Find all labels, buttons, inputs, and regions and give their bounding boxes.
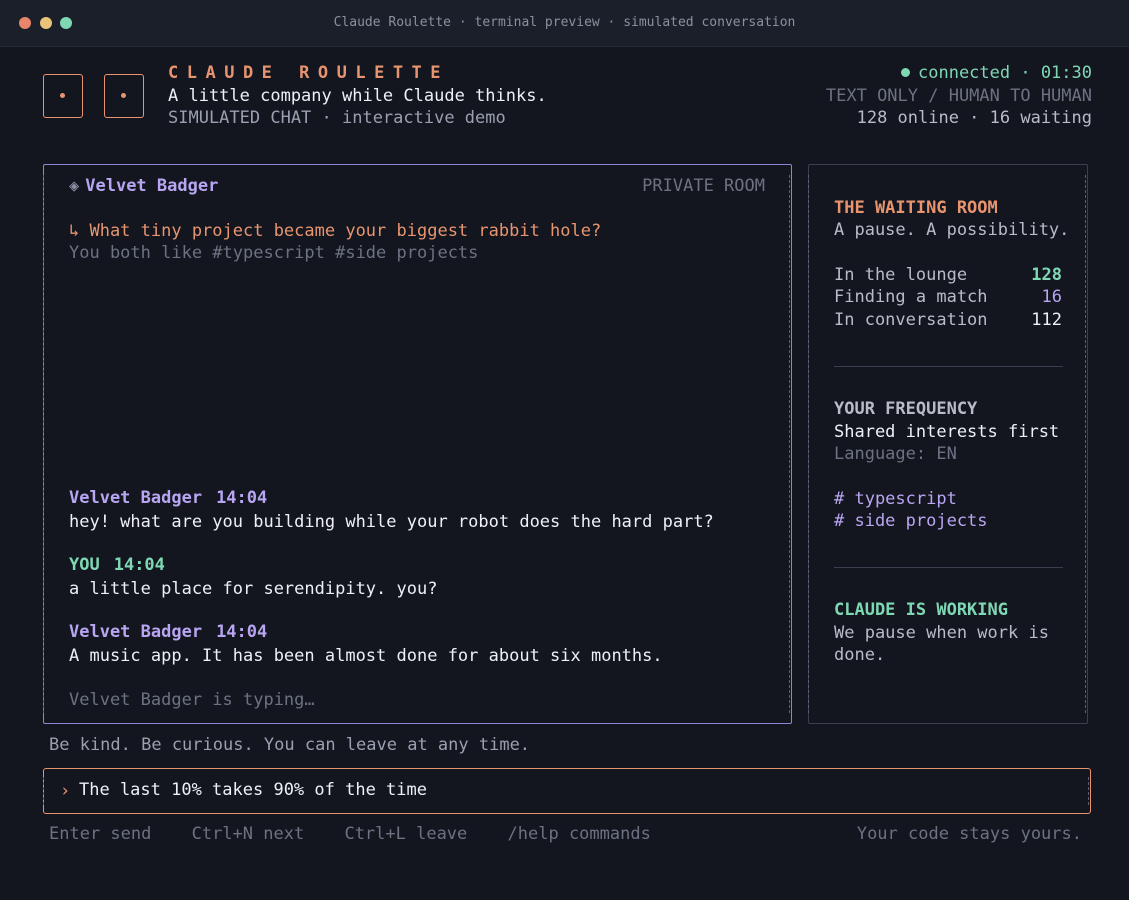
border-decoration [1088,777,1089,805]
border-decoration [43,777,44,805]
interest-tag[interactable]: # typescript [834,489,957,509]
frequency-title: YOUR FREQUENCY [834,399,978,419]
dice-logo-icon [43,74,83,118]
hint-leave: Ctrl+L leave [344,824,468,844]
prompt-caret-icon: › [60,781,71,801]
typing-indicator: Velvet Badger is typing… [69,690,315,710]
message-time: 14:04 [113,555,165,575]
chat-message: Velvet Badger 14:04 hey! what are you bui… [69,488,714,532]
stat-value: 112 [1031,310,1062,330]
message-text: A music app. It has been almost done for… [69,646,663,666]
frequency-mode: Shared interests first [834,422,1060,442]
chat-message: YOU 14:04 a little place for serendipity.… [69,555,437,599]
border-decoration [808,175,809,713]
diamond-icon: ◈ [69,176,80,196]
divider [834,567,1063,568]
border-decoration [789,175,790,713]
working-text: We pause when work is [834,623,1049,643]
hint-help: /help commands [507,824,651,844]
message-author: Velvet Badger [69,488,203,508]
status-dot-icon [901,68,910,77]
waiting-room-panel: THE WAITING ROOM A pause. A possibility.… [808,164,1088,724]
stat-conversation: In conversation 112 [834,310,1062,330]
working-text: done. [834,645,886,665]
shared-interests: You both like #typescript #side projects [69,243,479,263]
message-text: hey! what are you building while your ro… [69,512,714,532]
waiting-room-subtitle: A pause. A possibility. [834,220,1070,240]
stat-label: In the lounge [834,265,968,285]
message-time: 14:04 [216,488,268,508]
border-decoration [43,175,44,713]
tagline: A little company while Claude thinks. [168,86,547,106]
stat-value: 128 [1031,265,1062,285]
window-titlebar: Claude Roulette · terminal preview · sim… [0,0,1129,47]
brand-title: CLAUDE ROULETTE [168,63,450,83]
online-counts: 128 online · 16 waiting [856,108,1092,128]
chat-mode: TEXT ONLY / HUMAN TO HUMAN [825,86,1092,106]
window-title: Claude Roulette · terminal preview · sim… [333,15,796,30]
interest-tag[interactable]: # side projects [834,511,988,531]
waiting-room-title: THE WAITING ROOM [834,198,998,218]
message-author: YOU [69,555,100,575]
dice-logo-icon [104,74,144,118]
privacy-note: Your code stays yours. [856,824,1082,844]
conversation-prompt: ↳ What tiny project became your biggest … [69,221,602,241]
hint-send: Enter send [49,824,152,844]
message-time: 14:04 [216,622,268,642]
message-input-value[interactable]: The last 10% takes 90% of the time [79,780,427,800]
working-title: CLAUDE IS WORKING [834,600,1008,620]
peer-name-text: Velvet Badger [85,176,219,196]
etiquette-note: Be kind. Be curious. You can leave at an… [49,735,531,755]
divider [834,366,1063,367]
hint-next: Ctrl+N next [191,824,305,844]
border-decoration [1085,175,1086,713]
message-author: Velvet Badger [69,622,203,642]
stat-label: In conversation [834,310,988,330]
stat-matching: Finding a match 16 [834,287,1062,307]
subtitle: SIMULATED CHAT · interactive demo [168,108,506,128]
keyboard-hints: Enter send Ctrl+N next Ctrl+L leave /hel… [49,824,681,844]
stat-value: 16 [1041,287,1062,307]
connection-status: connected · 01:30 [901,63,1092,83]
room-label: PRIVATE ROOM [642,176,765,196]
stat-lounge: In the lounge 128 [834,265,1062,285]
chat-message: Velvet Badger 14:04 A music app. It has b… [69,622,663,666]
message-input[interactable]: › The last 10% takes 90% of the time [43,768,1091,814]
status-text: connected · 01:30 [918,63,1092,83]
message-text: a little place for serendipity. you? [69,579,438,599]
stat-label: Finding a match [834,287,988,307]
chat-panel: ◈ Velvet Badger PRIVATE ROOM ↳ What tiny … [43,164,792,724]
frequency-language: Language: EN [834,444,957,464]
peer-name: ◈ Velvet Badger [69,176,218,196]
